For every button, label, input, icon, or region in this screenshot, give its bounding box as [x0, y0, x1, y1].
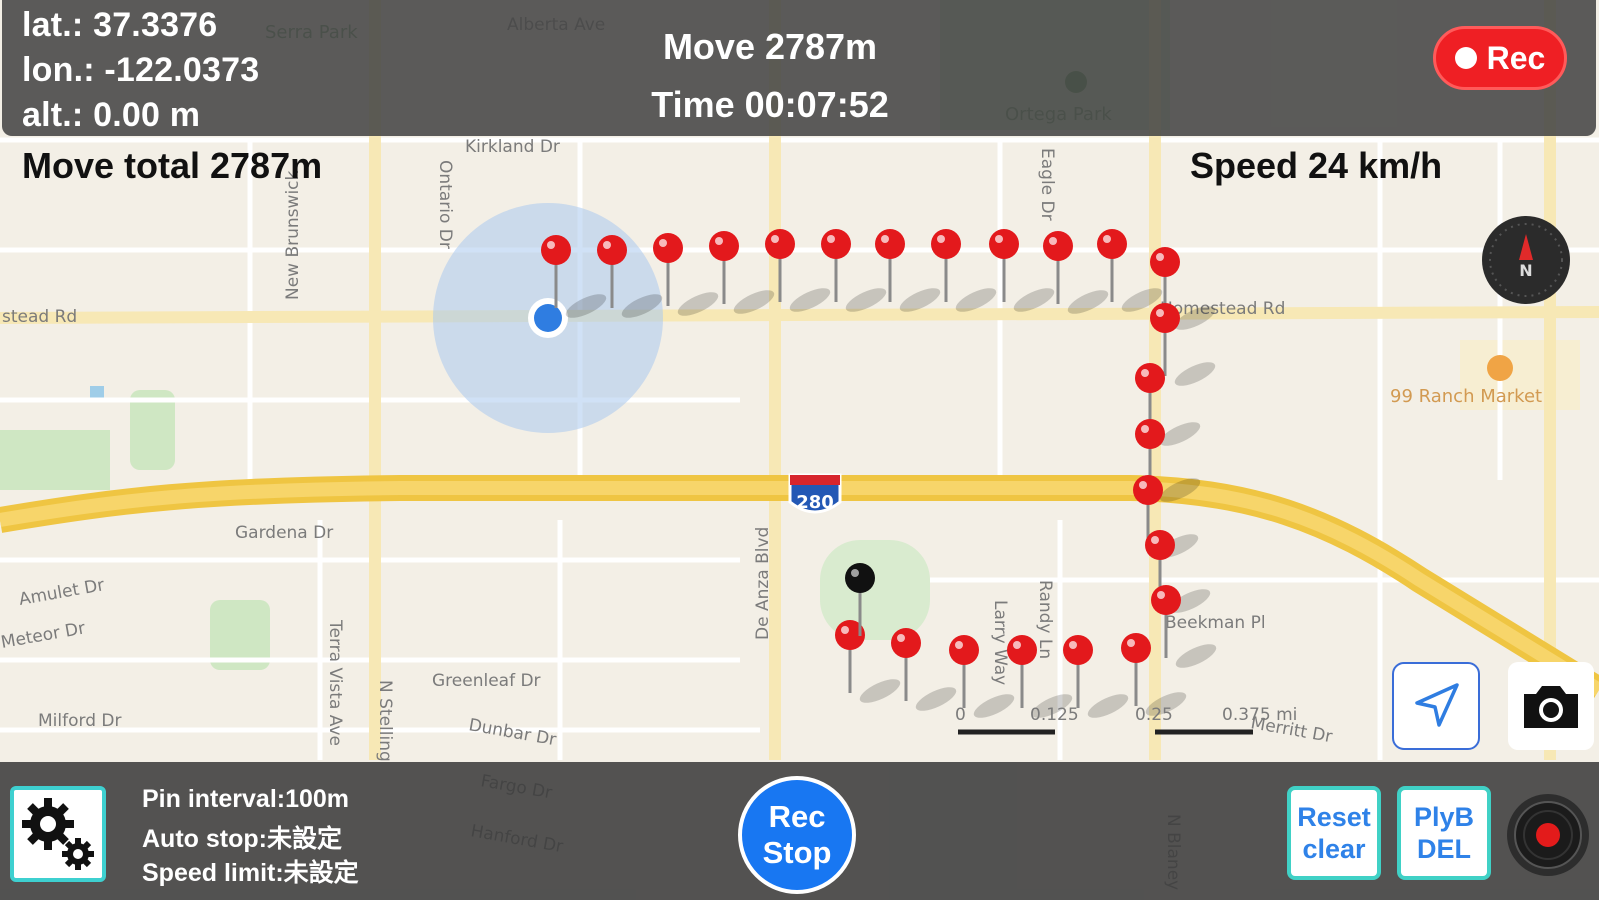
auto-stop-text: Auto stop:未設定	[142, 825, 342, 853]
highway-shield: 280	[788, 473, 842, 514]
svg-text:0.125: 0.125	[1030, 705, 1079, 725]
street-label: Kirkland Dr	[465, 137, 560, 157]
location-arrow-icon	[1415, 683, 1459, 727]
reset-clear-button[interactable]: Reset clear	[1287, 786, 1381, 880]
reset-label-1: Reset	[1297, 802, 1371, 832]
rec-stop-label-2: Stop	[762, 835, 832, 870]
camera-button[interactable]	[1508, 662, 1594, 750]
reset-label-2: clear	[1302, 834, 1366, 864]
pin-marker	[891, 628, 957, 711]
street-label: De Anza Blvd	[753, 527, 773, 640]
street-label: Randy Ln	[1035, 580, 1055, 659]
street-label: Milford Dr	[38, 711, 121, 731]
latitude-text: lat.: 37.3376	[22, 6, 218, 44]
market-marker-icon	[1487, 355, 1513, 381]
plyb-label-2: DEL	[1417, 834, 1471, 864]
street-label: Larry Way	[990, 600, 1010, 685]
longitude-text: lon.: -122.0373	[22, 51, 260, 89]
speed-text: Speed 24 km/h	[1190, 145, 1443, 186]
svg-text:0.375 mi: 0.375 mi	[1222, 705, 1297, 725]
street-label: Beekman Pl	[1165, 613, 1266, 633]
street-label: New Brunswick	[283, 170, 303, 300]
street-label: Eagle Dr	[1037, 148, 1057, 221]
playback-delete-button[interactable]: PlyB DEL	[1397, 786, 1491, 880]
street-label: Amulet Dr	[17, 575, 105, 610]
camera-icon	[1524, 686, 1578, 728]
street-label: Terra Vista Ave	[325, 619, 345, 746]
compass-icon[interactable]: N	[1482, 216, 1570, 304]
map-scale: 0 0.125 0.25 0.375 mi	[955, 705, 1297, 735]
street-label: Ontario Dr	[435, 160, 455, 249]
svg-text:N: N	[1519, 261, 1532, 280]
speed-limit-text: Speed limit:未設定	[142, 859, 359, 887]
street-label: Dunbar Dr	[467, 715, 557, 750]
record-dot-icon	[1454, 47, 1477, 69]
svg-text:280: 280	[796, 492, 834, 513]
street-label: 99 Ranch Market	[1390, 386, 1542, 407]
gear-icon	[22, 798, 94, 870]
street-label: Gardena Dr	[235, 523, 333, 543]
elapsed-time-text: Time 00:07:52	[651, 84, 889, 125]
pin-marker	[931, 229, 997, 312]
record-disc-icon	[1514, 801, 1582, 869]
move-distance-text: Move 2787m	[662, 26, 878, 67]
settings-button[interactable]	[10, 786, 106, 882]
move-total-text: Move total 2787m	[22, 145, 323, 186]
pin-interval-text: Pin interval:100m	[142, 785, 350, 813]
street-label: stead Rd	[2, 307, 77, 327]
current-location-button[interactable]	[1392, 662, 1480, 750]
rec-stop-label-1: Rec	[768, 799, 826, 834]
street-label: Meteor Dr	[0, 618, 87, 652]
svg-text:0: 0	[955, 705, 966, 725]
rec-status-badge[interactable]: Rec	[1433, 26, 1567, 90]
street-label: Greenleaf Dr	[432, 671, 541, 691]
altitude-text: alt.: 0.00 m	[22, 96, 201, 134]
street-label: N Stelling	[375, 680, 395, 762]
rec-stop-button[interactable]: Rec Stop	[738, 776, 856, 894]
svg-text:0.25: 0.25	[1135, 705, 1173, 725]
record-disc-button[interactable]	[1507, 794, 1589, 876]
plyb-label-1: PlyB	[1413, 802, 1475, 832]
rec-label: Rec	[1486, 39, 1546, 76]
